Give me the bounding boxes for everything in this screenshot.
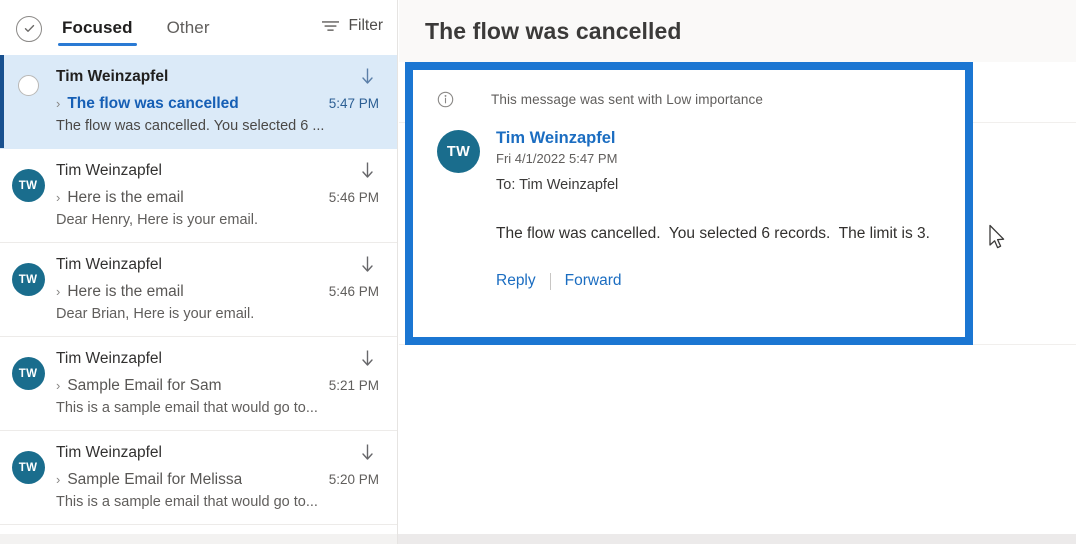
filter-label: Filter [348, 16, 383, 34]
message-sender: Tim Weinzapfel [56, 350, 162, 367]
message-sender: Tim Weinzapfel [56, 256, 162, 273]
row-indicator[interactable]: TW [0, 161, 56, 242]
avatar: TW [437, 130, 480, 173]
message-detail-inner: This message was sent with Low importanc… [413, 70, 965, 337]
row-subject-line: › Here is the email 5:46 PM [56, 188, 379, 207]
reply-button[interactable]: Reply [496, 272, 536, 290]
check-circle-icon[interactable] [16, 15, 42, 42]
row-sender-line: Tim Weinzapfel [56, 161, 379, 185]
row-subject-line: › The flow was cancelled 5:47 PM [56, 94, 379, 113]
message-list: Tim Weinzapfel › The flow was cancelled … [0, 55, 397, 525]
row-indicator[interactable]: TW [0, 255, 56, 336]
message-preview: Dear Henry, Here is your email. [56, 212, 258, 228]
message-sender: Tim Weinzapfel [56, 68, 169, 85]
list-item[interactable]: TW Tim Weinzapfel › Here is the email 5:… [0, 243, 397, 337]
message-subject: Sample Email for Melissa [67, 471, 243, 488]
avatar: TW [11, 357, 45, 390]
avatar: TW [11, 451, 45, 484]
row-content: Tim Weinzapfel › Sample Email for Meliss… [56, 443, 381, 524]
avatar: TW [11, 263, 45, 296]
chevron-right-icon[interactable]: › [56, 95, 60, 113]
action-divider [549, 272, 551, 290]
outlook-window: Focused Other Filter Tim Weinzapfel › Th… [0, 0, 1076, 544]
row-sender-line: Tim Weinzapfel [56, 67, 379, 91]
chevron-right-icon[interactable]: › [56, 189, 60, 207]
row-content: Tim Weinzapfel › Sample Email for Sam 5:… [56, 349, 381, 430]
down-arrow-icon [360, 255, 375, 279]
message-time: 5:20 PM [328, 472, 379, 487]
chevron-right-icon[interactable]: › [56, 283, 60, 301]
down-arrow-icon [360, 67, 375, 91]
row-indicator[interactable]: TW [0, 349, 56, 430]
sender-name[interactable]: Tim Weinzapfel [496, 128, 618, 148]
avatar: TW [11, 169, 45, 202]
down-arrow-icon [360, 161, 375, 185]
list-item[interactable]: TW Tim Weinzapfel › Here is the email 5:… [0, 149, 397, 243]
forward-button[interactable]: Forward [565, 272, 622, 290]
unread-indicator-icon[interactable] [17, 75, 39, 96]
down-arrow-icon [360, 349, 375, 373]
message-sender: Tim Weinzapfel [56, 162, 162, 179]
tab-other[interactable]: Other [165, 18, 212, 46]
message-time: 5:21 PM [328, 378, 379, 393]
list-item[interactable]: TW Tim Weinzapfel › Sam [0, 431, 397, 525]
message-sender-block: TW Tim Weinzapfel Fri 4/1/2022 5:47 PM T… [437, 128, 943, 195]
tab-focused-label: Focused [62, 17, 133, 37]
row-sender-line: Tim Weinzapfel [56, 255, 379, 279]
importance-notice-text: This message was sent with Low importanc… [491, 91, 763, 107]
tab-focused[interactable]: Focused [58, 17, 137, 46]
filter-button[interactable]: Filter [321, 17, 383, 39]
sent-date: Fri 4/1/2022 5:47 PM [496, 151, 618, 166]
recipient-line: To: Tim Weinzapfel [496, 177, 619, 193]
message-subject: Here is the email [67, 189, 184, 206]
row-subject-line: › Sample Email for Melissa 5:20 PM [56, 470, 379, 489]
chevron-right-icon[interactable]: › [56, 471, 60, 489]
window-bottom-strip [0, 534, 1076, 544]
message-time: 5:46 PM [328, 284, 379, 299]
message-preview: This is a sample email that would go to.… [56, 494, 318, 510]
message-preview: This is a sample email that would go to.… [56, 400, 318, 416]
row-sender-line: Tim Weinzapfel [56, 349, 379, 373]
message-time: 5:46 PM [328, 190, 379, 205]
message-subject: Here is the email [67, 283, 184, 300]
message-preview: Dear Brian, Here is your email. [56, 306, 255, 322]
tab-other-label: Other [166, 17, 210, 37]
page-title: The flow was cancelled [425, 17, 682, 44]
message-actions: Reply Forward [496, 272, 943, 290]
message-detail-card: This message was sent with Low importanc… [405, 62, 973, 345]
down-arrow-icon [360, 443, 375, 467]
message-preview: The flow was cancelled. You selected 6 .… [56, 118, 325, 134]
message-list-pane: Focused Other Filter Tim Weinzapfel › Th… [0, 0, 398, 534]
message-subject: The flow was cancelled [67, 95, 239, 112]
list-item[interactable]: TW Tim Weinzapfel › Sam [0, 337, 397, 431]
row-indicator[interactable]: TW [0, 443, 56, 524]
message-body: The flow was cancelled. You selected 6 r… [496, 225, 930, 242]
row-content: Tim Weinzapfel › Here is the email 5:46 … [56, 161, 381, 242]
chevron-right-icon[interactable]: › [56, 377, 60, 395]
row-content: Tim Weinzapfel › Here is the email 5:46 … [56, 255, 381, 336]
row-subject-line: › Sample Email for Sam 5:21 PM [56, 376, 379, 395]
sender-meta: Tim Weinzapfel Fri 4/1/2022 5:47 PM To: … [496, 128, 618, 195]
message-sender: Tim Weinzapfel [56, 444, 162, 461]
info-circle-icon [437, 91, 454, 108]
row-content: Tim Weinzapfel › The flow was cancelled … [56, 67, 381, 148]
row-subject-line: › Here is the email 5:46 PM [56, 282, 379, 301]
reading-pane-header: The flow was cancelled [399, 0, 1076, 62]
row-sender-line: Tim Weinzapfel [56, 443, 379, 467]
row-indicator[interactable] [0, 67, 56, 148]
message-subject: Sample Email for Sam [67, 377, 222, 394]
filter-icon [321, 19, 340, 33]
message-time: 5:47 PM [328, 96, 379, 111]
message-list-header: Focused Other Filter [0, 0, 397, 55]
reading-pane: The flow was cancelled This message was [399, 0, 1076, 534]
importance-notice-row: This message was sent with Low importanc… [437, 84, 943, 114]
list-pane-bottom [0, 534, 398, 544]
list-item[interactable]: Tim Weinzapfel › The flow was cancelled … [0, 55, 397, 149]
